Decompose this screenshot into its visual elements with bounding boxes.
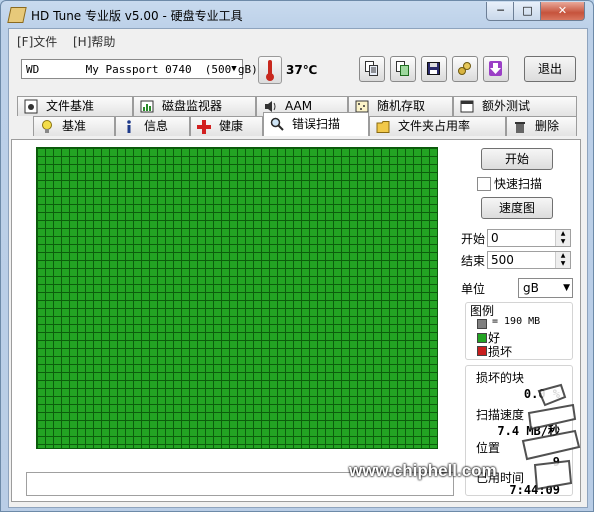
lightbulb-icon bbox=[42, 120, 52, 133]
app-window: HD Tune 专业版 v5.00 - 硬盘专业工具 ─ □ ✕ [F]文件 [… bbox=[0, 0, 594, 512]
tab-label: 删除 bbox=[535, 119, 560, 133]
tab-extra-tests[interactable]: 额外测试 bbox=[453, 96, 577, 116]
save-icon bbox=[427, 62, 440, 75]
temperature-readout: 37℃ bbox=[286, 63, 318, 77]
folder-icon bbox=[376, 121, 390, 133]
download-icon bbox=[489, 61, 502, 76]
copy-screenshot-button[interactable] bbox=[390, 56, 416, 82]
legend-title: 图例 bbox=[470, 304, 495, 318]
spin-up-icon[interactable]: ▲ bbox=[555, 252, 570, 260]
start-value: 0 bbox=[491, 231, 499, 245]
scan-block-grid bbox=[36, 147, 438, 449]
copy-text-icon bbox=[365, 61, 378, 76]
tab-label: 随机存取 bbox=[377, 99, 426, 113]
tab-file-benchmark[interactable]: 文件基准 bbox=[17, 96, 133, 116]
thermometer-icon bbox=[258, 56, 282, 84]
watermark-text: www.chiphell.com bbox=[349, 461, 497, 480]
tab-delete[interactable]: 删除 bbox=[506, 116, 577, 136]
chiphell-logo-icon bbox=[521, 383, 581, 491]
app-icon bbox=[7, 7, 27, 23]
menu-file[interactable]: [F]文件 bbox=[17, 33, 57, 50]
spin-down-icon[interactable]: ▼ bbox=[555, 238, 570, 246]
unit-value: gB bbox=[523, 281, 539, 295]
tab-label: 错误扫描 bbox=[292, 117, 341, 131]
block-swatch-icon bbox=[477, 319, 487, 329]
tab-label: 文件基准 bbox=[46, 99, 95, 113]
bad-swatch-icon bbox=[477, 346, 487, 356]
legend-block-size: = 190 MB bbox=[492, 316, 541, 327]
good-swatch-icon bbox=[477, 333, 487, 343]
legend-bad: 损坏 bbox=[488, 345, 513, 359]
copy-text-button[interactable] bbox=[359, 56, 385, 82]
maximize-button[interactable]: □ bbox=[513, 2, 542, 21]
quick-scan-label: 快速扫描 bbox=[494, 177, 543, 191]
quick-scan-checkbox[interactable] bbox=[477, 177, 491, 191]
tab-label: 基准 bbox=[62, 119, 87, 133]
speed-map-button[interactable]: 速度图 bbox=[481, 197, 553, 219]
chevron-down-icon: ▼ bbox=[231, 64, 237, 74]
end-spinner[interactable]: 500 ▲ ▼ bbox=[487, 251, 571, 269]
save-button[interactable] bbox=[421, 56, 447, 82]
tab-info[interactable]: 信息 bbox=[115, 116, 190, 136]
end-value: 500 bbox=[491, 253, 514, 267]
copy-screenshot-icon bbox=[396, 61, 409, 76]
drive-select[interactable]: WD My Passport 0740 (500 gB) ▼ bbox=[21, 59, 258, 79]
drive-select-value: WD My Passport 0740 (500 gB) bbox=[26, 63, 258, 76]
tab-health[interactable]: 健康 bbox=[190, 116, 263, 136]
minimize-button[interactable]: ─ bbox=[486, 2, 515, 21]
menu-bar: [F]文件 [H]帮助 bbox=[9, 29, 587, 51]
trash-icon bbox=[515, 122, 525, 133]
tab-disk-monitor[interactable]: 磁盘监视器 bbox=[133, 96, 256, 116]
chevron-down-icon: ▼ bbox=[563, 283, 570, 293]
close-button[interactable]: ✕ bbox=[540, 2, 585, 21]
tab-error-scan[interactable]: 错误扫描 bbox=[263, 112, 369, 136]
file-benchmark-icon bbox=[24, 99, 38, 114]
disk-monitor-icon bbox=[140, 100, 154, 113]
menu-help[interactable]: [H]帮助 bbox=[73, 33, 115, 50]
spin-up-icon[interactable]: ▲ bbox=[555, 230, 570, 238]
tab-benchmark[interactable]: 基准 bbox=[33, 116, 115, 136]
unit-select[interactable]: gB ▼ bbox=[518, 278, 573, 298]
extra-tests-icon bbox=[460, 100, 474, 113]
window-title: HD Tune 专业版 v5.00 - 硬盘专业工具 bbox=[31, 9, 243, 23]
tab-label: 额外测试 bbox=[482, 99, 531, 113]
title-bar[interactable]: HD Tune 专业版 v5.00 - 硬盘专业工具 ─ □ ✕ bbox=[1, 1, 593, 27]
magnifier-icon bbox=[270, 117, 284, 131]
tab-label: 信息 bbox=[144, 119, 169, 133]
info-icon bbox=[127, 120, 131, 133]
health-cross-icon bbox=[197, 120, 211, 134]
spin-down-icon[interactable]: ▼ bbox=[555, 260, 570, 268]
tab-label: 健康 bbox=[219, 119, 244, 133]
start-label: 开始 bbox=[461, 232, 486, 246]
options-button[interactable] bbox=[452, 56, 478, 82]
options-icon bbox=[458, 62, 471, 75]
tab-label: 文件夹占用率 bbox=[398, 119, 471, 133]
tab-label: 磁盘监视器 bbox=[162, 99, 223, 113]
end-label: 结束 bbox=[461, 254, 486, 268]
start-spinner[interactable]: 0 ▲ ▼ bbox=[487, 229, 571, 247]
tab-folder-usage[interactable]: 文件夹占用率 bbox=[369, 116, 506, 136]
start-button[interactable]: 开始 bbox=[481, 148, 553, 170]
unit-label: 单位 bbox=[461, 282, 486, 296]
position-label: 位置 bbox=[476, 441, 501, 455]
legend-group: 图例 = 190 MB 好 损坏 bbox=[465, 302, 573, 360]
toolbar: WD My Passport 0740 (500 gB) ▼ 37℃ 退出 bbox=[9, 51, 587, 91]
download-button[interactable] bbox=[483, 56, 509, 82]
exit-button[interactable]: 退出 bbox=[524, 56, 576, 82]
